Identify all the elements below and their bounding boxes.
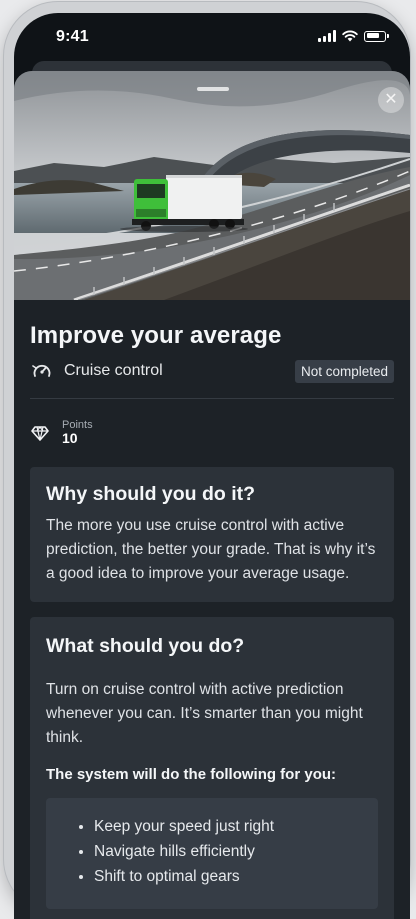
list-item: Shift to optimal gears xyxy=(94,864,362,889)
why-card: Why should you do it? The more you use c… xyxy=(30,467,394,602)
status-badge: Not completed xyxy=(294,359,394,383)
points-row: Points 10 xyxy=(30,419,394,446)
screen: 9:41 ✕ Improve your average Cruise contr… xyxy=(14,13,410,919)
list-item: Navigate hills efficiently xyxy=(94,839,362,864)
category-label: Cruise control xyxy=(64,362,163,379)
points-value: 10 xyxy=(62,430,78,446)
wifi-icon xyxy=(342,30,358,42)
page-title: Improve your average xyxy=(30,322,282,349)
category-row: Cruise control Not completed xyxy=(30,358,394,384)
status-bar: 9:41 xyxy=(14,13,410,67)
gauge-icon xyxy=(32,364,51,377)
points-text: Points 10 xyxy=(62,419,93,446)
detail-sheet: ✕ Improve your average Cruise control No… xyxy=(14,71,410,919)
what-card: What should you do? Turn on cruise contr… xyxy=(30,617,394,919)
close-icon[interactable]: ✕ xyxy=(378,87,404,113)
phone-frame: 9:41 ✕ Improve your average Cruise contr… xyxy=(4,2,410,919)
feature-list: Keep your speed just right Navigate hill… xyxy=(76,814,362,889)
divider xyxy=(30,398,394,399)
hero-image: ✕ xyxy=(14,71,410,300)
what-heading: What should you do? xyxy=(46,635,245,657)
detail-content: Improve your average Cruise control Not … xyxy=(14,322,410,919)
feature-list-box: Keep your speed just right Navigate hill… xyxy=(46,798,378,909)
status-time: 9:41 xyxy=(56,28,89,45)
why-body: The more you use cruise control with act… xyxy=(46,517,376,582)
what-subheading: The system will do the following for you… xyxy=(46,766,337,783)
diamond-icon xyxy=(31,425,49,441)
why-heading: Why should you do it? xyxy=(46,483,256,505)
what-body: Turn on cruise control with active predi… xyxy=(46,681,363,746)
list-item: Keep your speed just right xyxy=(94,814,362,839)
signal-icon xyxy=(318,30,336,42)
battery-icon xyxy=(364,30,389,42)
status-icons xyxy=(318,30,389,42)
sheet-grabber[interactable] xyxy=(197,87,229,91)
